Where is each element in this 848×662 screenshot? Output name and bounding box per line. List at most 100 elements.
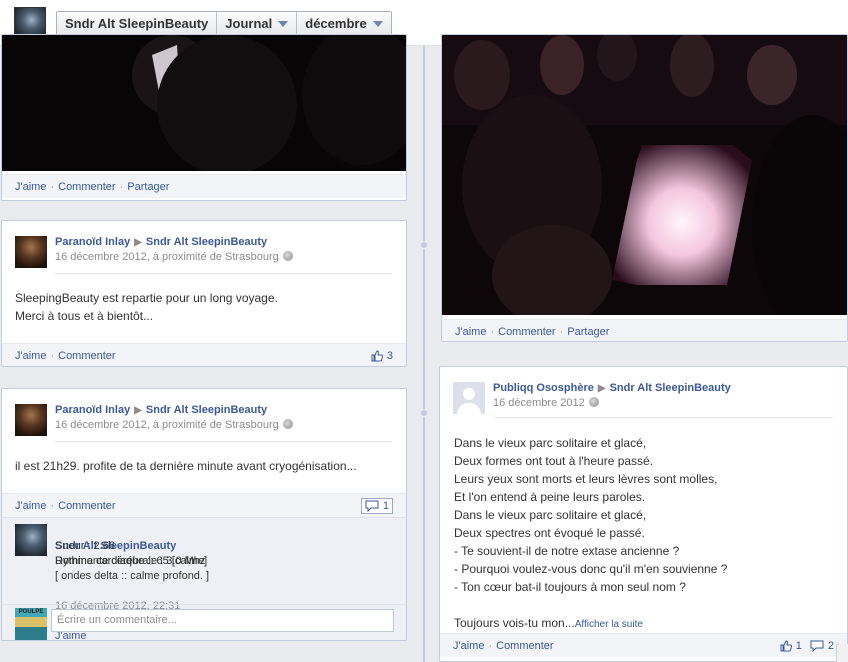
- dark-photo: [2, 35, 406, 175]
- post-meta: 16 décembre 2012: [493, 397, 599, 409]
- breadcrumb-page-name[interactable]: Sndr Alt SleepinBeauty: [57, 12, 218, 35]
- author-link[interactable]: Paranoïd Inlay: [55, 236, 130, 248]
- share-link[interactable]: Partager: [567, 326, 609, 338]
- post-text: SleepingBeauty est repartie pour un long…: [15, 291, 278, 323]
- target-page-link[interactable]: Sndr Alt SleepinBeauty: [610, 382, 731, 394]
- post-author-line: Publiqq Ososphère ▶ Sndr Alt SleepinBeauty: [493, 382, 731, 394]
- month-label: décembre: [305, 16, 367, 31]
- page-name-label: Sndr Alt SleepinBeauty: [65, 16, 209, 31]
- globe-icon: [282, 419, 293, 429]
- separator: ·: [50, 499, 55, 512]
- crowd-glowing-box-photo: [442, 35, 847, 335]
- section-label: Journal: [225, 16, 273, 31]
- post-header: Paranoïd Inlay ▶ Sndr Alt SleepinBeauty 16…: [15, 404, 395, 444]
- breadcrumb: Sndr Alt SleepinBeauty Journal décembre: [56, 11, 392, 36]
- arrow-right-icon: ▶: [134, 405, 142, 416]
- breadcrumb-month-dropdown[interactable]: décembre: [297, 12, 390, 35]
- status-post: Paranoïd Inlay ▶ Sndr Alt SleepinBeauty 16…: [1, 220, 407, 367]
- post-text: il est 21h29. profite de ta dernière min…: [15, 459, 357, 473]
- likes-count: 1: [795, 639, 802, 652]
- speech-bubble-icon: [810, 640, 824, 652]
- post-actions: J'aime · Commenter 1: [2, 493, 406, 517]
- comment-input[interactable]: Écrire un commentaire...: [51, 609, 394, 632]
- arrow-right-icon: ▶: [597, 383, 606, 394]
- comment-link[interactable]: Commenter: [498, 326, 555, 338]
- comments-count: 1: [382, 499, 389, 512]
- avatar-placeholder[interactable]: [453, 382, 485, 414]
- post-actions: J'aime · Commenter · Partager: [442, 319, 847, 341]
- globe-icon: [588, 397, 599, 407]
- separator: ·: [488, 639, 493, 652]
- photo-post-left: J'aime · Commenter · Partager: [1, 34, 407, 201]
- avatar-badge-text: POULPE: [18, 609, 44, 615]
- comment-link[interactable]: Commenter: [496, 640, 553, 652]
- post-author-line: Paranoïd Inlay ▶ Sndr Alt SleepinBeauty: [55, 404, 267, 416]
- scrollbar[interactable]: [836, 644, 848, 662]
- avatar[interactable]: [15, 236, 47, 268]
- default-user-icon: [453, 382, 485, 414]
- timeline-dot: [420, 241, 428, 249]
- divider: [55, 273, 392, 274]
- timeline-spine: [423, 46, 425, 662]
- post-photo[interactable]: [2, 35, 406, 175]
- post-last-line: Toujours vois-tu mon...: [454, 616, 575, 630]
- separator: ·: [490, 325, 495, 338]
- timeline-dot: [420, 409, 428, 417]
- post-actions: J'aime · Commenter 3: [2, 343, 406, 366]
- divider: [55, 441, 392, 442]
- comments-counter[interactable]: 2: [810, 640, 834, 652]
- avatar[interactable]: [15, 404, 47, 436]
- post-date[interactable]: 16 décembre 2012, à proximité de Strasbo…: [55, 419, 279, 431]
- divider: [2, 604, 406, 605]
- arrow-right-icon: ▶: [134, 237, 142, 248]
- comment-link[interactable]: Commenter: [58, 350, 115, 362]
- target-page-link[interactable]: Sndr Alt SleepinBeauty: [146, 236, 267, 248]
- like-link[interactable]: J'aime: [453, 640, 484, 652]
- comment-link[interactable]: Commenter: [58, 181, 115, 193]
- post-actions: J'aime · Commenter · Partager: [2, 174, 406, 198]
- likes-counter[interactable]: 3: [371, 350, 393, 362]
- see-more-link[interactable]: Afficher la suite: [575, 619, 643, 630]
- separator: ·: [50, 180, 55, 193]
- comment-link[interactable]: Commenter: [58, 500, 115, 512]
- comments-count: 2: [827, 639, 834, 652]
- likes-counter[interactable]: 1: [780, 640, 802, 652]
- author-link[interactable]: Publiqq Ososphère: [493, 382, 594, 394]
- like-link[interactable]: J'aime: [15, 181, 46, 193]
- comment-avatar[interactable]: [15, 524, 47, 556]
- post-author-line: Paranoïd Inlay ▶ Sndr Alt SleepinBeauty: [55, 236, 267, 248]
- post-meta: 16 décembre 2012, à proximité de Strasbo…: [55, 251, 293, 263]
- post-text-truncated: Toujours vois-tu mon...Afficher la suite: [454, 596, 839, 634]
- post-date[interactable]: 16 décembre 2012: [493, 397, 585, 409]
- like-link[interactable]: J'aime: [15, 500, 46, 512]
- post-meta: 16 décembre 2012, à proximité de Strasbo…: [55, 419, 293, 431]
- current-user-avatar: POULPE: [15, 608, 47, 640]
- separator: ·: [50, 349, 55, 362]
- post-text: Dans le vieux parc solitaire et glacé, D…: [454, 436, 728, 594]
- globe-icon: [282, 251, 293, 261]
- post-date[interactable]: 16 décembre 2012, à proximité de Strasbo…: [55, 251, 279, 263]
- comment-input-placeholder: Écrire un commentaire...: [57, 614, 177, 626]
- breadcrumb-section-dropdown[interactable]: Journal: [217, 12, 298, 35]
- thumbs-up-icon: [371, 349, 383, 361]
- thumbs-up-icon: [780, 639, 792, 651]
- post-header: Paranoïd Inlay ▶ Sndr Alt SleepinBeauty 16…: [15, 236, 395, 276]
- comment-text: Sueur : 2.66 Dominante cérébrale : 3.0 M…: [55, 540, 210, 582]
- like-link[interactable]: J'aime: [15, 350, 46, 362]
- author-link[interactable]: Paranoïd Inlay: [55, 404, 130, 416]
- separator: ·: [559, 325, 564, 338]
- divider: [495, 417, 833, 418]
- chevron-down-icon: [372, 20, 383, 27]
- status-post: Publiqq Ososphère ▶ Sndr Alt SleepinBeauty…: [439, 366, 848, 662]
- chevron-down-icon: [278, 20, 289, 27]
- target-page-link[interactable]: Sndr Alt SleepinBeauty: [146, 404, 267, 416]
- share-link[interactable]: Partager: [127, 181, 169, 193]
- comments-section: Sndr Alt SleepinBeauty Rythme cardiaque …: [2, 517, 406, 640]
- post-actions: J'aime · Commenter 1 2: [440, 633, 847, 657]
- comments-counter[interactable]: 1: [360, 497, 393, 514]
- post-photo[interactable]: [442, 35, 847, 335]
- likes-count: 3: [386, 349, 393, 362]
- separator: ·: [119, 180, 124, 193]
- status-post: Paranoïd Inlay ▶ Sndr Alt SleepinBeauty 16…: [1, 388, 407, 641]
- like-link[interactable]: J'aime: [455, 326, 486, 338]
